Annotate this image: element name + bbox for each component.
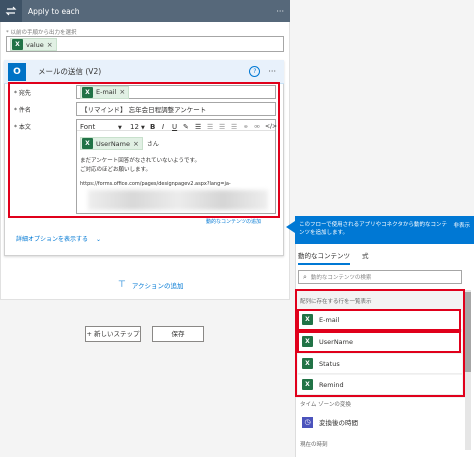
underline-button[interactable]: U	[172, 123, 177, 131]
excel-icon: X	[82, 138, 93, 149]
size-dropdown-icon[interactable]: ▼	[141, 125, 145, 131]
save-button[interactable]: 保存	[152, 326, 204, 342]
font-select[interactable]: Font	[80, 123, 95, 131]
bullet-list-icon[interactable]: ☰	[195, 123, 201, 131]
tab-dynamic-content[interactable]: 動的なコンテンツ	[298, 250, 350, 265]
add-action-button[interactable]: ⊤ アクションの追加	[118, 280, 184, 290]
loop-title: Apply to each	[28, 6, 80, 16]
pen-icon[interactable]: ✎	[183, 123, 189, 131]
body-line-1: まだアンケート回答がなされていないようです。	[80, 158, 200, 164]
dynamic-panel-pointer	[286, 221, 295, 233]
show-advanced-options-link[interactable]: 詳細オプションを表示する ⌄	[16, 234, 101, 243]
email-item-highlight	[297, 309, 461, 331]
link-icon[interactable]: ⚭	[243, 123, 249, 131]
subject-label: * 件名	[14, 107, 31, 114]
email-token[interactable]: X E-mail ×	[80, 85, 130, 99]
dynamic-scrollbar[interactable]	[465, 290, 471, 450]
to-label: * 宛先	[14, 90, 31, 97]
clock-icon: ◷	[302, 416, 313, 428]
indent-icon[interactable]: ☰	[231, 123, 237, 131]
remove-token-icon[interactable]: ×	[47, 41, 53, 49]
tab-expression[interactable]: 式	[362, 250, 369, 260]
bold-button[interactable]: B	[150, 123, 155, 131]
subject-field[interactable]: 【リマインド】 忘年会日程調整アンケート	[76, 102, 276, 116]
username-item-highlight	[297, 331, 461, 353]
chevron-down-icon: ⌄	[95, 236, 101, 243]
dynamic-item-converted-time[interactable]: ◷ 変換後の時間	[298, 413, 462, 431]
dynamic-search-field[interactable]: ⌕ 動的なコンテンツの検索	[298, 270, 462, 284]
code-view-icon[interactable]: </>	[265, 123, 277, 130]
excel-icon: X	[82, 86, 93, 98]
add-dynamic-content-link[interactable]: 動的なコンテンツの追加	[206, 218, 261, 225]
dynamic-banner: このフローで使用されるアプリやコネクタから動的なコンテンツを追加します。 非表示	[295, 216, 474, 244]
email-more-button[interactable]: ···	[268, 67, 276, 76]
search-icon: ⌕	[303, 272, 307, 281]
select-output-label: * 以前の手順から出力を選択	[6, 30, 77, 36]
unlink-icon[interactable]: ⚮	[254, 123, 260, 131]
username-token[interactable]: X UserName ×	[80, 137, 143, 150]
new-step-button[interactable]: + 新しいステップ	[85, 326, 141, 342]
excel-icon: X	[12, 39, 23, 50]
select-output-field[interactable]: X value ×	[6, 36, 284, 52]
add-action-icon: ⊤	[118, 280, 126, 290]
section-current-time-header: 現在の時刻	[300, 442, 328, 448]
loop-icon	[0, 0, 22, 22]
send-email-title: メールの送信 (V2)	[38, 67, 102, 76]
banner-text: このフローで使用されるアプリやコネクタから動的なコンテンツを追加します。	[299, 222, 447, 236]
loop-more-button[interactable]: ···	[276, 7, 284, 16]
font-dropdown-icon[interactable]: ▼	[118, 125, 122, 131]
outdent-icon[interactable]: ☰	[219, 123, 225, 131]
body-line-2: ご対応のほどお願いします。	[80, 167, 151, 173]
size-select[interactable]: 12	[130, 123, 139, 131]
hide-link[interactable]: 非表示	[453, 221, 470, 239]
body-username-line: X UserName × さん	[80, 137, 159, 150]
apply-to-each-header[interactable]: Apply to each ···	[0, 0, 290, 22]
numbered-list-icon[interactable]: ☰	[207, 123, 213, 131]
remove-token-icon[interactable]: ×	[119, 88, 125, 96]
value-token[interactable]: X value ×	[10, 38, 57, 51]
to-field[interactable]: X E-mail ×	[76, 85, 276, 99]
scrollbar-thumb[interactable]	[465, 292, 471, 372]
san-text: さん	[146, 141, 159, 148]
send-email-header[interactable]: O メールの送信 (V2) ? ···	[4, 60, 284, 84]
remove-token-icon[interactable]: ×	[133, 140, 139, 148]
body-label: * 本文	[14, 124, 31, 131]
section-timezone-header: タイム ゾーンの変換	[300, 402, 351, 408]
italic-button[interactable]: I	[162, 123, 164, 131]
blurred-url-region	[88, 190, 268, 210]
outlook-icon: O	[8, 62, 26, 81]
help-icon[interactable]: ?	[249, 66, 261, 77]
body-url: https://forms.office.com/pages/designpag…	[80, 181, 231, 187]
